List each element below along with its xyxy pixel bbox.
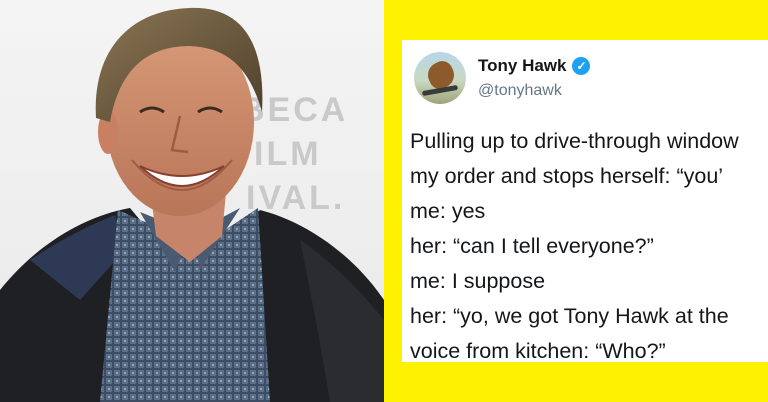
author-handle: @tonyhawk [478, 82, 562, 99]
tweet-line: my order and stops herself: “you’ [410, 164, 724, 188]
verified-badge-icon: ✓ [572, 57, 591, 75]
tweet-line: me: I suppose [410, 269, 546, 293]
tweet-line: me: yes [410, 199, 486, 223]
tweet-card: Tony Hawk ✓ @tonyhawk Pulling up to driv… [402, 40, 768, 362]
author-name: Tony Hawk [478, 56, 567, 75]
tweet-line: voice from kitchen: “Who?” [410, 339, 666, 362]
avatar [414, 52, 466, 104]
tweet-line: her: “yo, we got Tony Hawk at the [410, 304, 729, 328]
tony-hawk-photo: BECA ILM IVAL. [0, 0, 384, 402]
tweet-line: Pulling up to drive-through window [410, 129, 739, 153]
author-row: Tony Hawk ✓ [478, 56, 591, 76]
portrait-illustration [0, 7, 384, 402]
tweet-text: Pulling up to drive-through window my or… [410, 124, 768, 362]
tweet-line: her: “can I tell everyone?” [410, 234, 654, 258]
